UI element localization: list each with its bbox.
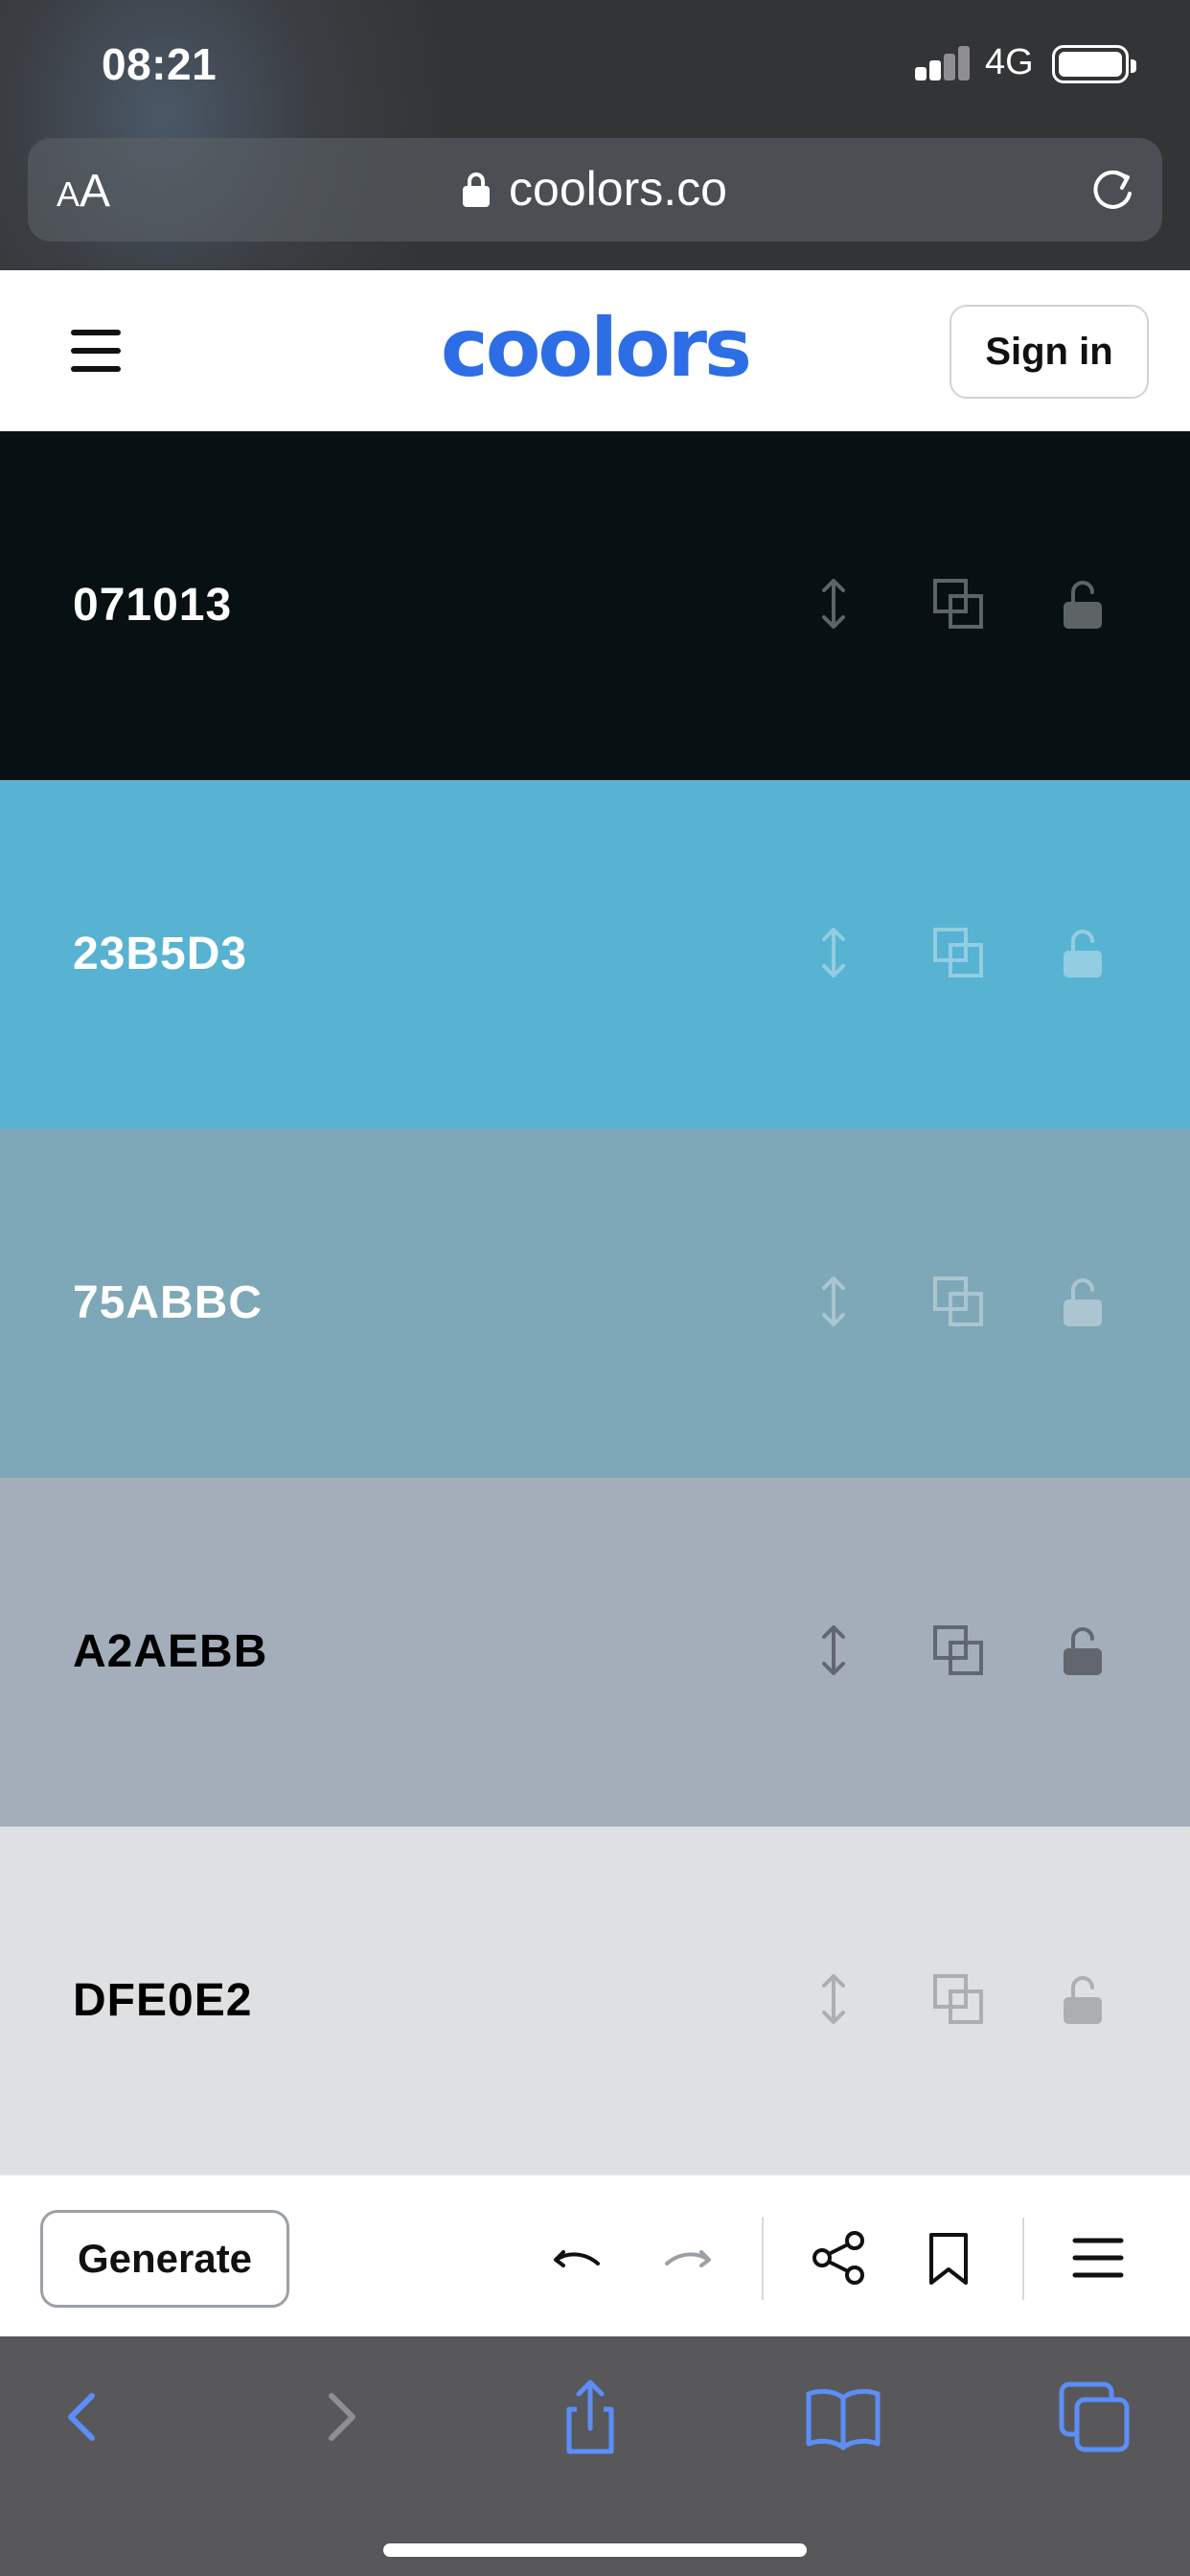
drag-icon[interactable] xyxy=(805,1273,862,1330)
bookmarks-icon[interactable] xyxy=(803,2377,883,2457)
logo-text: coolors xyxy=(441,312,749,389)
unlock-icon[interactable] xyxy=(1054,1273,1111,1330)
forward-icon[interactable] xyxy=(299,2377,379,2457)
color-palette: 071013 23B5D3 75ABBC A2AEBB DFE0E2 xyxy=(0,431,1190,2175)
unlock-icon[interactable] xyxy=(1054,1622,1111,1679)
url-display[interactable]: coolors.co xyxy=(28,161,1162,217)
coolors-logo[interactable]: coolors xyxy=(408,312,782,389)
browser-bottom-chrome xyxy=(0,2336,1190,2576)
share-icon[interactable] xyxy=(809,2227,870,2288)
undo-icon[interactable] xyxy=(546,2227,607,2288)
share-sheet-icon[interactable] xyxy=(550,2377,630,2457)
swatch-hex-code[interactable]: 75ABBC xyxy=(73,1276,263,1329)
status-bar: 08:21 4G xyxy=(0,0,1190,134)
hamburger-menu-icon[interactable] xyxy=(71,330,121,372)
reload-icon[interactable] xyxy=(1087,165,1137,215)
address-bar[interactable]: AA coolors.co xyxy=(28,138,1162,242)
drag-icon[interactable] xyxy=(805,575,862,632)
copy-icon[interactable] xyxy=(929,1622,987,1679)
back-icon[interactable] xyxy=(44,2377,125,2457)
browser-top-chrome: 08:21 4G AA coolors.co xyxy=(0,0,1190,270)
site-header: coolors Sign in xyxy=(0,270,1190,431)
home-indicator xyxy=(383,2543,807,2557)
color-swatch[interactable]: DFE0E2 xyxy=(0,1827,1190,2175)
swatch-hex-code[interactable]: 23B5D3 xyxy=(73,928,247,980)
generate-button[interactable]: Generate xyxy=(40,2210,289,2308)
drag-icon[interactable] xyxy=(805,924,862,981)
toolbar-divider xyxy=(1022,2218,1024,2300)
bookmark-icon[interactable] xyxy=(918,2227,979,2288)
status-time: 08:21 xyxy=(102,39,217,89)
copy-icon[interactable] xyxy=(929,1970,987,2028)
signal-icon xyxy=(915,46,971,80)
sign-in-button[interactable]: Sign in xyxy=(950,305,1149,399)
color-swatch[interactable]: A2AEBB xyxy=(0,1478,1190,1827)
menu-icon[interactable] xyxy=(1067,2227,1129,2288)
copy-icon[interactable] xyxy=(929,924,987,981)
color-swatch[interactable]: 23B5D3 xyxy=(0,780,1190,1129)
swatch-hex-code[interactable]: 071013 xyxy=(73,579,232,632)
tabs-icon[interactable] xyxy=(1054,2377,1134,2457)
copy-icon[interactable] xyxy=(929,1273,987,1330)
color-swatch[interactable]: 75ABBC xyxy=(0,1129,1190,1478)
toolbar-divider xyxy=(762,2218,764,2300)
palette-toolbar: Generate xyxy=(0,2174,1190,2336)
copy-icon[interactable] xyxy=(929,575,987,632)
drag-icon[interactable] xyxy=(805,1970,862,2028)
unlock-icon[interactable] xyxy=(1054,924,1111,981)
unlock-icon[interactable] xyxy=(1054,1970,1111,2028)
url-text: coolors.co xyxy=(509,162,727,216)
redo-icon[interactable] xyxy=(657,2227,719,2288)
swatch-hex-code[interactable]: A2AEBB xyxy=(73,1625,267,1678)
color-swatch[interactable]: 071013 xyxy=(0,431,1190,780)
drag-icon[interactable] xyxy=(805,1622,862,1679)
unlock-icon[interactable] xyxy=(1054,575,1111,632)
swatch-hex-code[interactable]: DFE0E2 xyxy=(73,1974,252,2027)
battery-icon xyxy=(1052,45,1136,83)
network-type: 4G xyxy=(985,42,1034,82)
lock-icon xyxy=(463,172,491,207)
